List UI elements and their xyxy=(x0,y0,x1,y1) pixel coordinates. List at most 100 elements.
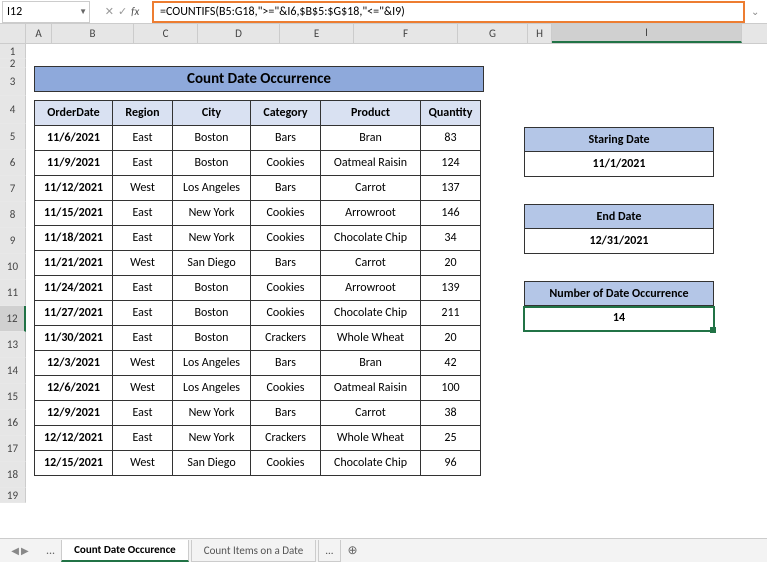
table-cell[interactable]: East xyxy=(113,326,173,351)
row-header-18[interactable]: 18 xyxy=(0,462,26,488)
tab-more[interactable]: ... xyxy=(318,540,340,562)
add-sheet-icon[interactable]: ⊕ xyxy=(343,543,363,558)
table-cell[interactable]: Chocolate Chip xyxy=(321,226,421,251)
select-all-corner[interactable] xyxy=(0,24,26,43)
table-cell[interactable]: Boston xyxy=(173,276,251,301)
table-cell[interactable]: East xyxy=(113,201,173,226)
table-cell[interactable]: East xyxy=(113,151,173,176)
col-header-G[interactable]: G xyxy=(458,24,528,43)
row-header-16[interactable]: 16 xyxy=(0,410,26,436)
row-header-9[interactable]: 9 xyxy=(0,228,26,254)
table-cell[interactable]: Bars xyxy=(251,176,321,201)
col-header-A[interactable]: A xyxy=(26,24,52,43)
row-header-11[interactable]: 11 xyxy=(0,280,26,306)
row-header-6[interactable]: 6 xyxy=(0,150,26,176)
table-cell[interactable]: 11/15/2021 xyxy=(35,201,113,226)
table-cell[interactable]: East xyxy=(113,276,173,301)
table-cell[interactable]: 146 xyxy=(421,201,481,226)
row-header-5[interactable]: 5 xyxy=(0,124,26,150)
row-header-8[interactable]: 8 xyxy=(0,202,26,228)
table-cell[interactable]: San Diego xyxy=(173,451,251,476)
table-cell[interactable]: San Diego xyxy=(173,251,251,276)
table-cell[interactable]: Boston xyxy=(173,301,251,326)
table-cell[interactable]: Bars xyxy=(251,401,321,426)
table-cell[interactable]: West xyxy=(113,176,173,201)
table-cell[interactable]: East xyxy=(113,126,173,151)
tab-nav[interactable]: ◀▶ xyxy=(0,544,40,557)
col-header-D[interactable]: D xyxy=(198,24,280,43)
fx-icon[interactable]: fx xyxy=(131,5,139,18)
table-cell[interactable]: 12/6/2021 xyxy=(35,376,113,401)
table-cell[interactable]: Bran xyxy=(321,351,421,376)
table-cell[interactable]: Carrot xyxy=(321,251,421,276)
table-cell[interactable]: Cookies xyxy=(251,301,321,326)
table-cell[interactable]: Crackers xyxy=(251,326,321,351)
table-cell[interactable]: 20 xyxy=(421,326,481,351)
table-cell[interactable]: Bran xyxy=(321,126,421,151)
table-cell[interactable]: East xyxy=(113,426,173,451)
table-cell[interactable]: 11/9/2021 xyxy=(35,151,113,176)
table-cell[interactable]: Cookies xyxy=(251,451,321,476)
chevron-down-icon[interactable]: ▼ xyxy=(79,7,87,17)
table-cell[interactable]: 11/6/2021 xyxy=(35,126,113,151)
table-cell[interactable]: Boston xyxy=(173,126,251,151)
col-header-I[interactable]: I xyxy=(552,24,742,43)
table-cell[interactable]: 25 xyxy=(421,426,481,451)
table-cell[interactable]: 12/9/2021 xyxy=(35,401,113,426)
table-cell[interactable]: Boston xyxy=(173,151,251,176)
table-cell[interactable]: Crackers xyxy=(251,426,321,451)
table-cell[interactable]: Cookies xyxy=(251,151,321,176)
table-cell[interactable]: Chocolate Chip xyxy=(321,301,421,326)
row-header-19[interactable]: 19 xyxy=(0,488,26,503)
table-cell[interactable]: New York xyxy=(173,401,251,426)
table-cell[interactable]: Boston xyxy=(173,326,251,351)
table-cell[interactable]: 12/12/2021 xyxy=(35,426,113,451)
table-cell[interactable]: New York xyxy=(173,226,251,251)
table-cell[interactable]: Oatmeal Raisin xyxy=(321,376,421,401)
cells[interactable]: Count Date Occurrence OrderDateRegionCit… xyxy=(26,44,767,524)
table-cell[interactable]: Los Angeles xyxy=(173,176,251,201)
row-header-17[interactable]: 17 xyxy=(0,436,26,462)
row-header-13[interactable]: 13 xyxy=(0,332,26,358)
table-cell[interactable]: Bars xyxy=(251,251,321,276)
expand-formula-icon[interactable]: ⌄ xyxy=(751,5,767,18)
row-header-10[interactable]: 10 xyxy=(0,254,26,280)
cancel-icon[interactable]: ✕ xyxy=(105,5,114,18)
table-cell[interactable]: East xyxy=(113,226,173,251)
table-cell[interactable]: Whole Wheat xyxy=(321,426,421,451)
table-cell[interactable]: Los Angeles xyxy=(173,351,251,376)
table-cell[interactable]: 12/15/2021 xyxy=(35,451,113,476)
table-cell[interactable]: 83 xyxy=(421,126,481,151)
table-cell[interactable]: 96 xyxy=(421,451,481,476)
table-cell[interactable]: 11/18/2021 xyxy=(35,226,113,251)
table-cell[interactable]: Cookies xyxy=(251,201,321,226)
table-cell[interactable]: East xyxy=(113,401,173,426)
table-cell[interactable]: Cookies xyxy=(251,276,321,301)
table-cell[interactable]: West xyxy=(113,451,173,476)
col-header-B[interactable]: B xyxy=(52,24,134,43)
table-cell[interactable]: 139 xyxy=(421,276,481,301)
row-header-4[interactable]: 4 xyxy=(0,96,26,124)
table-cell[interactable]: 12/3/2021 xyxy=(35,351,113,376)
table-cell[interactable]: Carrot xyxy=(321,401,421,426)
table-cell[interactable]: 11/21/2021 xyxy=(35,251,113,276)
row-header-14[interactable]: 14 xyxy=(0,358,26,384)
table-cell[interactable]: 11/24/2021 xyxy=(35,276,113,301)
table-cell[interactable]: Carrot xyxy=(321,176,421,201)
col-header-H[interactable]: H xyxy=(528,24,552,43)
table-cell[interactable]: 124 xyxy=(421,151,481,176)
formula-input[interactable]: =COUNTIFS(B5:G18,">="&I6,$B$5:$G$18,"<="… xyxy=(152,1,745,23)
table-cell[interactable]: Bars xyxy=(251,351,321,376)
table-cell[interactable]: Arrowroot xyxy=(321,201,421,226)
table-cell[interactable]: 11/30/2021 xyxy=(35,326,113,351)
table-cell[interactable]: Arrowroot xyxy=(321,276,421,301)
table-cell[interactable]: Chocolate Chip xyxy=(321,451,421,476)
row-header-3[interactable]: 3 xyxy=(0,68,26,96)
tab-other[interactable]: Count Items on a Date xyxy=(191,540,316,562)
table-cell[interactable]: 137 xyxy=(421,176,481,201)
table-cell[interactable]: West xyxy=(113,351,173,376)
row-header-15[interactable]: 15 xyxy=(0,384,26,410)
name-box[interactable]: I12 ▼ xyxy=(2,1,90,23)
table-cell[interactable]: West xyxy=(113,251,173,276)
row-header-12[interactable]: 12 xyxy=(0,306,26,332)
